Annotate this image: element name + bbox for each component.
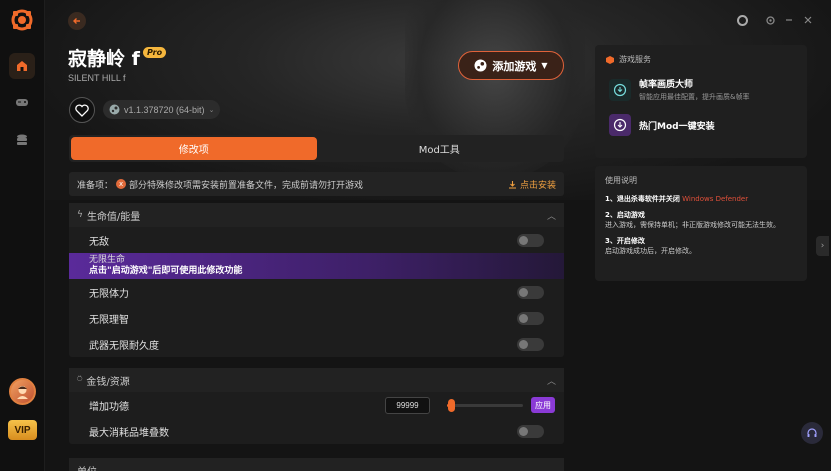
tab-mod-tools[interactable]: Mod工具 xyxy=(317,137,563,160)
caret-down-icon: ▼ xyxy=(541,61,548,70)
version-select[interactable]: v1.1.378720 (64-bit) ⌄ xyxy=(103,100,221,119)
option-hint: 点击"启动游戏"后即可使用此修改功能 xyxy=(89,266,243,276)
sidebar-item-games[interactable] xyxy=(9,89,35,115)
option-label: 无限生命 xyxy=(89,255,126,265)
section-money: ⍥ 金钱/资源 ︿ 增加功德 99999 应用 最大消耗品堆叠数 xyxy=(69,368,564,444)
list-item: 无敌 xyxy=(69,227,564,253)
section-header-health[interactable]: ϟ 生命值/能量 ︿ xyxy=(69,203,564,227)
prep-label: 准备项： xyxy=(77,180,114,191)
section-health: ϟ 生命值/能量 ︿ 无敌 无限生命 点击"启动游戏"后即可使用此修改功能 无限… xyxy=(69,203,564,357)
prep-text: 部分特殊修改项需安装前置准备文件，完成前请勿打开游戏 xyxy=(129,180,364,191)
service-mod-install[interactable]: 热门Mod一键安装 xyxy=(595,114,807,136)
speed-icon xyxy=(609,78,631,101)
guide-title: 使用说明 xyxy=(605,176,637,185)
pro-badge: Pro xyxy=(143,47,167,58)
list-item: 武器无限耐久度 xyxy=(69,331,564,357)
sidebar-item-home[interactable] xyxy=(9,53,35,79)
support-button[interactable] xyxy=(801,422,823,444)
usage-guide-panel: 使用说明 1、退出杀毒软件并关闭 Windows Defender 2、启动游戏… xyxy=(595,166,807,281)
home-icon xyxy=(17,61,27,71)
section-title: 生命值/能量 xyxy=(86,211,141,223)
service-name: 热门Mod一键安装 xyxy=(639,121,715,132)
gear-icon xyxy=(765,15,775,25)
close-button[interactable] xyxy=(800,12,816,28)
list-item: 最大消耗品堆叠数 xyxy=(69,418,564,444)
section-header-money[interactable]: ⍥ 金钱/资源 ︿ xyxy=(69,368,564,392)
guide-step: 3、开启修改 启动游戏成功后，开启修改。 xyxy=(605,237,696,255)
chevron-up-icon: ︿ xyxy=(546,376,556,387)
service-fps-master[interactable]: 帧率画质大师 智能应用最佳配置，提升画质&帧率 xyxy=(595,77,807,102)
game-subtitle: SILENT HILL f xyxy=(68,73,126,83)
user-avatar[interactable] xyxy=(9,378,36,405)
toggle-switch[interactable] xyxy=(517,233,544,247)
toggle-switch[interactable] xyxy=(517,285,544,299)
section-title: 金钱/资源 xyxy=(86,376,130,388)
download-icon xyxy=(508,180,516,189)
option-label: 无限体力 xyxy=(89,288,129,300)
value-slider[interactable] xyxy=(447,399,523,412)
circle-icon xyxy=(736,14,748,26)
sidebar: VIP xyxy=(0,0,45,471)
vip-badge[interactable]: VIP xyxy=(8,420,37,440)
database-icon xyxy=(17,134,27,145)
game-title: 寂静岭 f xyxy=(68,48,140,70)
sidebar-item-library[interactable] xyxy=(9,127,35,153)
chevron-right-icon[interactable]: › xyxy=(816,236,829,256)
lightning-icon: ϟ xyxy=(77,210,83,220)
option-label: 武器无限耐久度 xyxy=(89,340,159,352)
tab-modifiers[interactable]: 修改项 xyxy=(71,137,317,160)
back-button[interactable] xyxy=(68,12,86,30)
list-item-highlighted[interactable]: 无限生命 点击"启动游戏"后即可使用此修改功能 xyxy=(69,253,564,279)
services-title: 游戏服务 xyxy=(619,55,651,64)
apply-button[interactable]: 应用 xyxy=(531,397,555,413)
close-icon xyxy=(804,16,812,24)
mod-install-icon xyxy=(609,114,631,136)
steam-icon xyxy=(474,59,487,72)
arrow-left-icon xyxy=(73,18,80,24)
list-item: 无限体力 xyxy=(69,279,564,305)
option-label: 无限理智 xyxy=(89,314,129,326)
user-avatar-icon xyxy=(17,386,28,399)
section-units: 单位 xyxy=(69,458,564,471)
chevron-down-icon: ⌄ xyxy=(208,106,215,114)
settings-button[interactable] xyxy=(762,12,778,28)
service-desc: 智能应用最佳配置，提升画质&帧率 xyxy=(639,93,750,101)
chevron-up-icon: ︿ xyxy=(546,211,556,222)
toggle-switch[interactable] xyxy=(517,424,544,438)
minimize-button[interactable] xyxy=(781,12,797,28)
option-label: 无敌 xyxy=(89,236,109,248)
install-label: 点击安装 xyxy=(519,180,556,191)
option-label: 最大消耗品堆叠数 xyxy=(89,427,169,439)
headset-icon xyxy=(807,428,817,437)
toggle-switch[interactable] xyxy=(517,337,544,351)
section-title: 单位 xyxy=(77,463,97,471)
guide-step: 1、退出杀毒软件并关闭 Windows Defender xyxy=(605,195,749,203)
option-label: 增加功德 xyxy=(89,401,129,413)
favorite-button[interactable] xyxy=(69,97,95,123)
coin-icon: ⍥ xyxy=(77,375,83,385)
gamepad-icon xyxy=(16,99,28,106)
profile-toggle-button[interactable] xyxy=(734,12,750,28)
tab-bar: 修改项 Mod工具 xyxy=(69,135,564,162)
add-game-button[interactable]: 添加游戏 ▼ xyxy=(458,51,564,80)
slider-thumb[interactable] xyxy=(447,399,455,412)
add-game-label: 添加游戏 xyxy=(492,59,537,73)
heart-icon xyxy=(75,103,89,117)
warning-icon: x xyxy=(116,179,127,189)
list-item: 无限理智 xyxy=(69,305,564,331)
install-link[interactable]: 点击安装 xyxy=(508,178,556,191)
guide-step: 2、启动游戏 进入游戏，需保持单机；非正版游戏修改可能无法生效。 xyxy=(605,211,780,229)
prep-bar: 准备项： x 部分特殊修改项需安装前置准备文件，完成前请勿打开游戏 点击安装 xyxy=(69,172,564,196)
value-input[interactable]: 99999 xyxy=(385,397,430,414)
minimize-icon xyxy=(786,19,792,21)
list-item: 增加功德 99999 应用 xyxy=(69,392,564,418)
game-services-panel: 游戏服务 帧率画质大师 智能应用最佳配置，提升画质&帧率 热门Mod一键安装 xyxy=(595,45,807,158)
section-header-units[interactable]: 单位 xyxy=(69,458,564,471)
cube-icon xyxy=(606,55,614,64)
service-name: 帧率画质大师 xyxy=(639,80,694,90)
toggle-switch[interactable] xyxy=(517,311,544,325)
version-label: v1.1.378720 (64-bit) xyxy=(124,104,205,115)
steam-icon xyxy=(109,104,120,115)
app-logo-icon xyxy=(11,9,33,31)
